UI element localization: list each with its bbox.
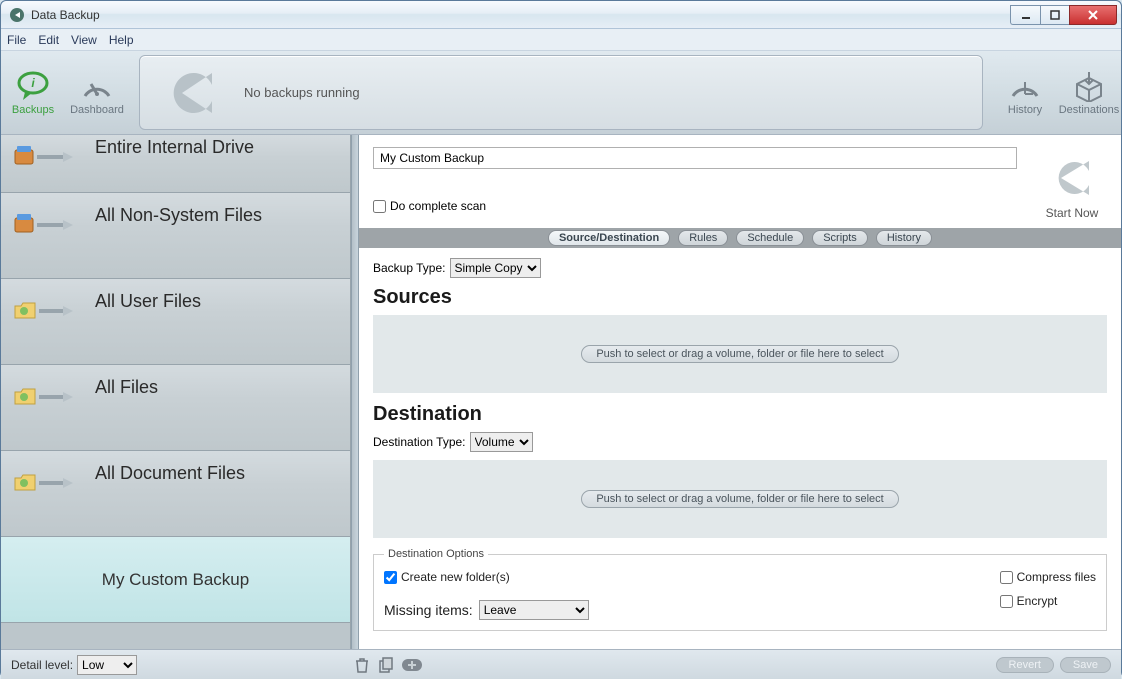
- menu-edit[interactable]: Edit: [38, 33, 59, 47]
- window-controls: [1010, 5, 1117, 25]
- create-new-folders-checkbox[interactable]: [384, 571, 397, 584]
- sources-heading: Sources: [373, 286, 1107, 309]
- minimize-button[interactable]: [1010, 5, 1040, 25]
- toolbar-history-button[interactable]: History: [993, 51, 1057, 134]
- menubar: File Edit View Help: [1, 29, 1121, 51]
- toolbar: i Backups Dashboard No backups running H…: [1, 51, 1121, 135]
- app-icon: [9, 7, 25, 23]
- tab-history[interactable]: History: [876, 230, 932, 246]
- drive-flow-icon: [13, 137, 83, 177]
- box-icon: [1071, 70, 1107, 102]
- sidebar-item-label: All Files: [95, 377, 158, 398]
- create-new-folders-label: Create new folder(s): [401, 570, 510, 584]
- sidebar-item-all-non-system-files[interactable]: All Non-System Files: [1, 193, 350, 279]
- toolbar-dashboard-button[interactable]: Dashboard: [65, 51, 129, 134]
- toolbar-destinations-button[interactable]: Destinations: [1057, 51, 1121, 134]
- toolbar-backups-label: Backups: [12, 104, 54, 116]
- footer: Detail level: Low Revert Save: [1, 649, 1121, 679]
- detail-level-select[interactable]: Low: [77, 655, 137, 675]
- folder-flow-icon: [13, 291, 83, 331]
- content-pane: Do complete scan Start Now Source/Destin…: [359, 135, 1121, 649]
- destination-type-label: Destination Type:: [373, 435, 466, 449]
- encrypt-checkbox[interactable]: [1000, 595, 1013, 608]
- sidebar-item-all-document-files[interactable]: All Document Files: [1, 451, 350, 537]
- toolbar-dashboard-label: Dashboard: [70, 104, 124, 116]
- sidebar-item-all-files[interactable]: All Files: [1, 365, 350, 451]
- sidebar[interactable]: Entire Internal Drive All Non-System Fil…: [1, 135, 351, 649]
- destination-options-fieldset: Destination Options Create new folder(s)…: [373, 548, 1107, 631]
- missing-items-label: Missing items:: [384, 602, 473, 618]
- sidebar-item-all-user-files[interactable]: All User Files: [1, 279, 350, 365]
- add-icon[interactable]: [401, 656, 423, 674]
- tab-source-destination[interactable]: Source/Destination: [548, 230, 670, 246]
- status-banner: No backups running: [139, 55, 983, 130]
- encrypt-label: Encrypt: [1017, 594, 1058, 608]
- save-button[interactable]: Save: [1060, 657, 1111, 673]
- sidebar-item-entire-internal-drive[interactable]: Entire Internal Drive: [1, 135, 350, 193]
- destination-type-select[interactable]: Volume: [470, 432, 533, 452]
- destination-options-legend: Destination Options: [384, 548, 488, 560]
- menu-help[interactable]: Help: [109, 33, 134, 47]
- backup-type-select[interactable]: Simple Copy: [450, 258, 541, 278]
- do-complete-scan-label: Do complete scan: [390, 199, 486, 213]
- sidebar-item-label: All User Files: [95, 291, 201, 312]
- tab-rules[interactable]: Rules: [678, 230, 728, 246]
- tab-schedule[interactable]: Schedule: [736, 230, 804, 246]
- window-title: Data Backup: [31, 8, 100, 22]
- compress-files-checkbox[interactable]: [1000, 571, 1013, 584]
- banner-logo-icon: [160, 61, 224, 125]
- splitter[interactable]: [351, 135, 359, 649]
- backup-name-input[interactable]: [373, 147, 1017, 169]
- destination-drop-zone[interactable]: Push to select or drag a volume, folder …: [373, 460, 1107, 538]
- revert-button[interactable]: Revert: [996, 657, 1054, 673]
- gauge-icon: [79, 70, 115, 102]
- sources-drop-zone[interactable]: Push to select or drag a volume, folder …: [373, 315, 1107, 393]
- destination-drop-button[interactable]: Push to select or drag a volume, folder …: [581, 490, 898, 508]
- do-complete-scan-checkbox[interactable]: [373, 200, 386, 213]
- toolbar-backups-button[interactable]: i Backups: [1, 51, 65, 134]
- speech-bubble-icon: i: [15, 70, 51, 102]
- duplicate-icon[interactable]: [377, 656, 395, 674]
- status-text: No backups running: [244, 85, 360, 100]
- menu-view[interactable]: View: [71, 33, 97, 47]
- sidebar-item-label: My Custom Backup: [102, 570, 249, 590]
- sidebar-item-label: All Document Files: [95, 463, 245, 484]
- tab-body: Backup Type: Simple Copy Sources Push to…: [359, 248, 1121, 649]
- start-now-button[interactable]: Start Now: [1037, 147, 1107, 220]
- folder-flow-icon: [13, 377, 83, 417]
- backup-type-label: Backup Type:: [373, 261, 446, 275]
- svg-text:i: i: [31, 76, 35, 90]
- clock-icon: [1007, 70, 1043, 102]
- folder-flow-icon: [13, 463, 83, 503]
- destination-heading: Destination: [373, 403, 1107, 426]
- close-button[interactable]: [1069, 5, 1117, 25]
- trash-icon[interactable]: [353, 656, 371, 674]
- sidebar-item-my-custom-backup[interactable]: My Custom Backup: [1, 537, 350, 623]
- toolbar-history-label: History: [1008, 104, 1042, 116]
- drive-flow-icon: [13, 205, 83, 245]
- titlebar: Data Backup: [1, 1, 1121, 29]
- tab-strip: Source/Destination Rules Schedule Script…: [359, 228, 1121, 248]
- start-now-label: Start Now: [1046, 206, 1099, 220]
- toolbar-destinations-label: Destinations: [1059, 104, 1120, 116]
- tab-scripts[interactable]: Scripts: [812, 230, 868, 246]
- menu-file[interactable]: File: [7, 33, 26, 47]
- sidebar-item-label: Entire Internal Drive: [95, 137, 254, 158]
- missing-items-select[interactable]: Leave: [479, 600, 589, 620]
- sources-drop-button[interactable]: Push to select or drag a volume, folder …: [581, 345, 898, 363]
- maximize-button[interactable]: [1040, 5, 1070, 25]
- start-now-icon: [1049, 157, 1095, 202]
- sidebar-item-label: All Non-System Files: [95, 205, 262, 226]
- detail-level-label: Detail level:: [11, 658, 73, 672]
- compress-files-label: Compress files: [1017, 570, 1096, 584]
